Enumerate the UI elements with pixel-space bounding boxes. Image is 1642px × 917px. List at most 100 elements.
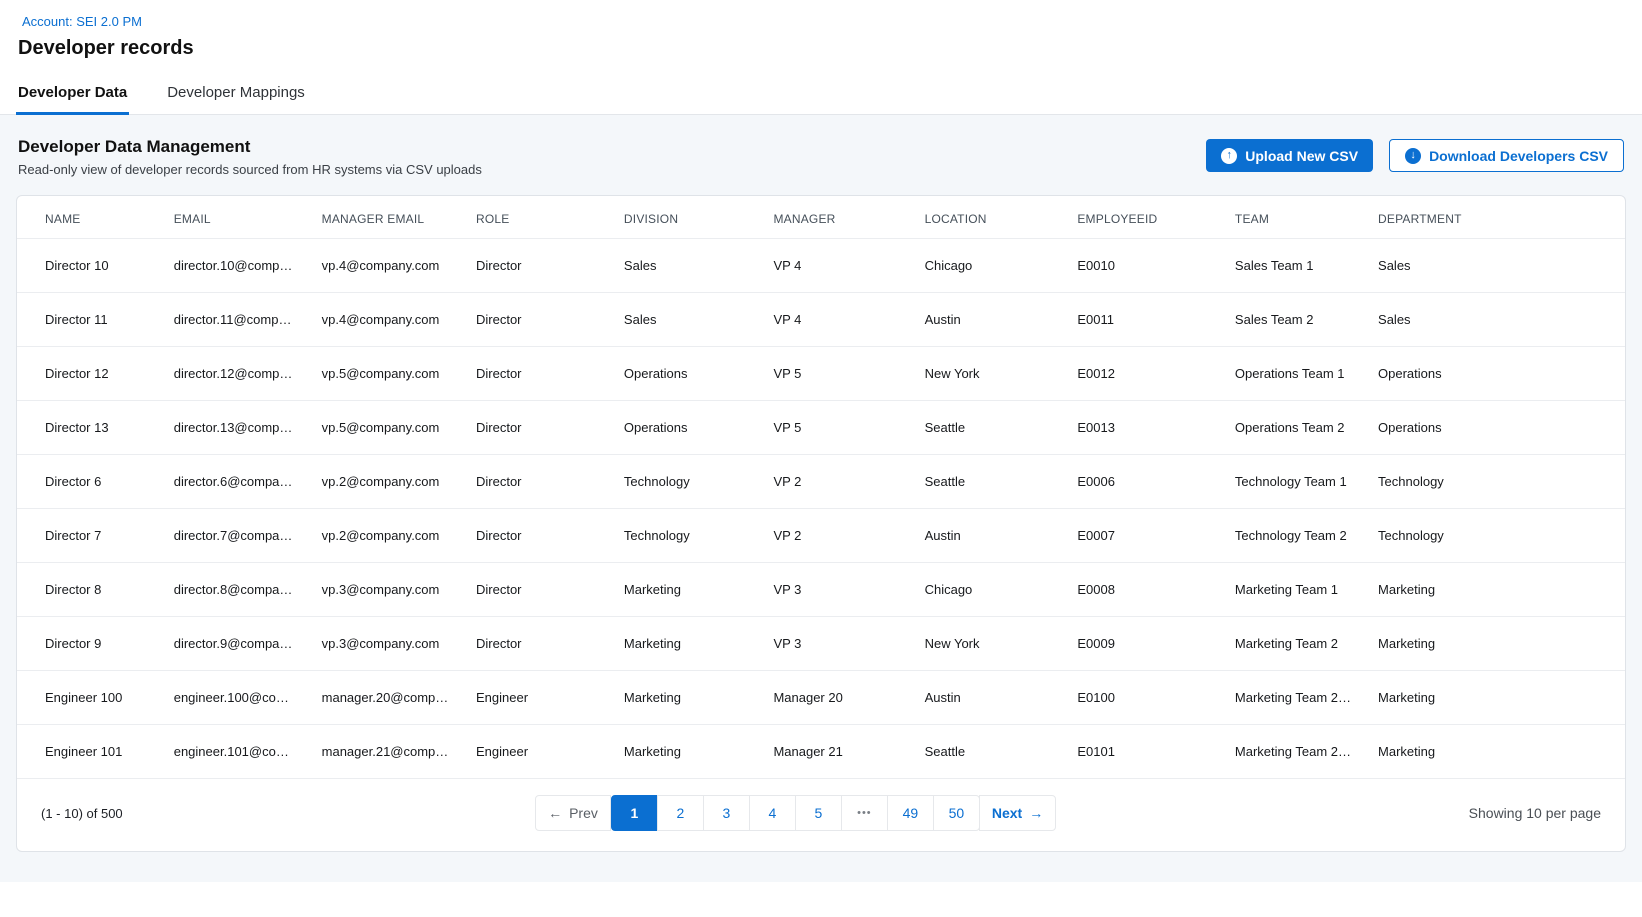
cell-team: Marketing Team 1 [1223,563,1366,617]
top-header: Account: SEI 2.0 PM Developer records [0,0,1642,60]
cell-role: Engineer [464,725,612,779]
cell-name: Director 9 [17,617,162,671]
table-row: Director 6director.6@company....vp.2@com… [17,455,1625,509]
account-link[interactable]: Account: SEI 2.0 PM [22,14,142,29]
cell-manager: VP 4 [761,293,912,347]
cell-name: Director 7 [17,509,162,563]
cell-email: director.8@company.... [162,563,310,617]
column-header-employeeid: EMPLOYEEID [1065,196,1223,239]
column-header-department: DEPARTMENT [1366,196,1625,239]
table-row: Engineer 100engineer.100@comp...manager.… [17,671,1625,725]
content-area: Developer Data Management Read-only view… [0,115,1642,882]
cell-role: Director [464,293,612,347]
next-page-button[interactable]: Next → [979,795,1056,831]
cell-email: director.11@compan... [162,293,310,347]
developer-data-table-card: NAMEEMAILMANAGER EMAILROLEDIVISIONMANAGE… [16,195,1626,852]
download-developers-csv-button[interactable]: ↓ Download Developers CSV [1389,139,1624,172]
cell-team: Marketing Team 2 Su... [1223,725,1366,779]
cell-location: Austin [913,509,1066,563]
prev-page-button[interactable]: ← Prev [535,795,611,831]
cell-email: director.6@company.... [162,455,310,509]
per-page-label: Showing 10 per page [1469,805,1601,821]
cell-location: Chicago [913,563,1066,617]
cell-department: Sales [1366,293,1625,347]
arrow-right-icon: → [1029,805,1043,821]
cell-manager: VP 2 [761,455,912,509]
column-header-location: LOCATION [913,196,1066,239]
cell-manager-email: vp.3@company.com [310,617,464,671]
page-button-50[interactable]: 50 [933,795,980,831]
column-header-email: EMAIL [162,196,310,239]
cell-name: Director 11 [17,293,162,347]
table-row: Director 13director.13@compan...vp.5@com… [17,401,1625,455]
table-row: Director 8director.8@company....vp.3@com… [17,563,1625,617]
cell-role: Director [464,401,612,455]
cell-department: Operations [1366,401,1625,455]
cell-location: Seattle [913,455,1066,509]
pager: ← Prev 12345•••4950 Next → [535,795,1056,831]
cell-division: Technology [612,455,762,509]
range-label: (1 - 10) of 500 [41,806,123,821]
cell-department: Technology [1366,509,1625,563]
cell-manager-email: vp.5@company.com [310,401,464,455]
arrow-left-icon: ← [548,805,562,821]
cell-manager-email: vp.4@company.com [310,239,464,293]
cell-manager-email: vp.4@company.com [310,293,464,347]
column-header-division: DIVISION [612,196,762,239]
pagination-ellipsis: ••• [841,795,888,831]
cell-division: Marketing [612,617,762,671]
csv-actions: ↑ Upload New CSV ↓ Download Developers C… [1206,137,1624,172]
cell-role: Director [464,347,612,401]
cell-location: Austin [913,671,1066,725]
cell-division: Sales [612,239,762,293]
cell-name: Director 12 [17,347,162,401]
tab-developer-data[interactable]: Developer Data [16,70,129,115]
cell-manager: VP 3 [761,563,912,617]
table-row: Director 11director.11@compan...vp.4@com… [17,293,1625,347]
column-header-name: NAME [17,196,162,239]
cell-team: Marketing Team 2 [1223,617,1366,671]
cell-name: Director 10 [17,239,162,293]
upload-button-label: Upload New CSV [1245,148,1358,164]
next-label: Next [992,805,1022,821]
cell-manager: VP 3 [761,617,912,671]
cell-division: Sales [612,293,762,347]
page-button-4[interactable]: 4 [749,795,796,831]
cell-name: Director 6 [17,455,162,509]
cell-manager: Manager 21 [761,725,912,779]
section-header: Developer Data Management Read-only view… [18,137,1624,177]
cell-employeeid: E0101 [1065,725,1223,779]
page-button-3[interactable]: 3 [703,795,750,831]
tab-bar: Developer Data Developer Mappings [0,70,1642,115]
cell-location: Austin [913,293,1066,347]
cell-role: Director [464,617,612,671]
download-button-label: Download Developers CSV [1429,148,1608,164]
cell-team: Operations Team 1 [1223,347,1366,401]
cell-name: Engineer 101 [17,725,162,779]
cell-name: Director 8 [17,563,162,617]
cell-manager-email: vp.3@company.com [310,563,464,617]
page-button-1[interactable]: 1 [611,795,658,831]
cell-department: Marketing [1366,617,1625,671]
tab-developer-mappings[interactable]: Developer Mappings [165,70,307,115]
page-button-49[interactable]: 49 [887,795,934,831]
page-button-2[interactable]: 2 [657,795,704,831]
cell-location: New York [913,347,1066,401]
cell-email: director.9@company.... [162,617,310,671]
cell-team: Sales Team 2 [1223,293,1366,347]
cell-team: Sales Team 1 [1223,239,1366,293]
upload-new-csv-button[interactable]: ↑ Upload New CSV [1206,139,1373,172]
cell-employeeid: E0006 [1065,455,1223,509]
cell-team: Marketing Team 2 Su... [1223,671,1366,725]
page-title: Developer records [18,37,1626,60]
cell-employeeid: E0009 [1065,617,1223,671]
cell-manager: VP 5 [761,347,912,401]
cell-manager: VP 5 [761,401,912,455]
table-header-row: NAMEEMAILMANAGER EMAILROLEDIVISIONMANAGE… [17,196,1625,239]
cell-manager-email: vp.2@company.com [310,455,464,509]
cell-employeeid: E0013 [1065,401,1223,455]
section-subtitle: Read-only view of developer records sour… [18,162,482,177]
page-button-5[interactable]: 5 [795,795,842,831]
cell-role: Director [464,509,612,563]
cell-division: Marketing [612,725,762,779]
